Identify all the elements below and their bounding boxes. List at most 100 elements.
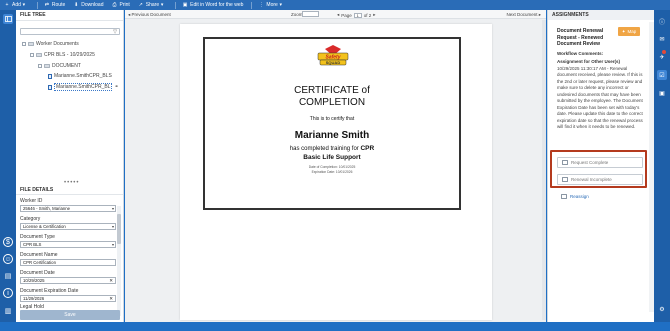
- tree-item-label: Marianne.SmithCPR_BL: [54, 83, 113, 91]
- document-type-select[interactable]: CPR BLS ▾: [20, 241, 116, 248]
- link-icon: ⚭: [114, 84, 119, 90]
- info-circle-icon[interactable]: ⓘ: [657, 16, 667, 26]
- workflow-comment: Assignment for Other User(s) 10/29/2025 …: [557, 59, 645, 131]
- left-panel: FILE TREE ▽ Worker Documents CPR BLS - 1…: [16, 10, 124, 322]
- page-label: Page: [341, 12, 352, 18]
- previous-document-label: Previous Document: [131, 12, 171, 17]
- printer-icon: ⎙: [112, 2, 117, 8]
- page-of-label: of 2: [363, 12, 372, 18]
- file-tree: Worker Documents CPR BLS - 10/29/2025 DO…: [20, 38, 120, 178]
- page-number-input[interactable]: 1: [353, 12, 362, 18]
- next-document-link[interactable]: Next Document ▸: [506, 12, 541, 18]
- share-label: Share: [145, 2, 160, 8]
- notes-icon[interactable]: ▥: [3, 306, 13, 316]
- category-value: License & Certification: [23, 224, 66, 229]
- map-icon: ✦: [621, 28, 626, 34]
- document-name-input[interactable]: CPR Certification: [20, 259, 116, 266]
- map-label: Map: [627, 29, 637, 34]
- route-label: Route: [51, 2, 66, 8]
- id-card-icon[interactable]: ▣: [657, 88, 667, 98]
- completion-date: Date of Completion: 10/01/2025: [308, 165, 356, 169]
- tree-item-file-2[interactable]: Marianne.SmithCPR_BL ⚭: [48, 83, 119, 91]
- zoom-label: Zoom: [291, 12, 303, 17]
- add-button[interactable]: + Add ▾: [4, 2, 29, 8]
- left-nav-rail: $ ☺ ▤ i ▥: [0, 10, 16, 322]
- document-page: Safety SQUAD CERTIFICATE of COMPLETION T…: [180, 24, 492, 320]
- document-date-input[interactable]: 10/29/2025 ✕: [20, 277, 116, 284]
- tree-checkbox[interactable]: [30, 53, 34, 57]
- download-button[interactable]: ⬇ Download: [73, 2, 103, 8]
- certificate-frame: Safety SQUAD CERTIFICATE of COMPLETION T…: [203, 37, 461, 210]
- tree-search-input[interactable]: ▽: [20, 28, 120, 35]
- user-icon[interactable]: ☺: [3, 254, 13, 264]
- completed-line: has completed training for CPR: [205, 145, 459, 152]
- expiration-date: Expiration Date: 10/01/2026: [311, 170, 353, 174]
- tree-checkbox[interactable]: [38, 64, 42, 68]
- tree-item-worker-documents[interactable]: Worker Documents: [22, 41, 79, 47]
- reassign-icon: [561, 194, 567, 199]
- notification-badge: [662, 50, 666, 54]
- id-card-icon[interactable]: ▤: [3, 271, 13, 281]
- settings-icon[interactable]: ⚙: [657, 304, 667, 314]
- file-tree-nav-icon[interactable]: [3, 14, 13, 24]
- folder-icon: [36, 53, 42, 57]
- tree-item-cpr-bls[interactable]: CPR BLS - 10/29/2025: [30, 52, 95, 58]
- tree-item-label: Worker Documents: [36, 41, 79, 47]
- edit-icon: ▣: [182, 2, 188, 8]
- share-icon: ↗: [138, 2, 143, 8]
- print-button[interactable]: ⎙ Print: [112, 2, 130, 8]
- zoom-select[interactable]: [302, 11, 319, 17]
- dollar-icon[interactable]: $: [3, 237, 13, 247]
- divider: [175, 1, 177, 9]
- expiration-date-input[interactable]: 11/29/2026 ✕: [20, 295, 116, 302]
- next-document-label: Next Document: [506, 12, 538, 17]
- highlight-box: [550, 150, 647, 188]
- info-icon[interactable]: i: [3, 288, 13, 298]
- print-label: Print: [119, 2, 130, 8]
- document-icon: [48, 84, 52, 90]
- chat-icon[interactable]: ✉: [657, 34, 667, 44]
- save-button[interactable]: Save: [20, 310, 120, 320]
- worker-id-select[interactable]: 25646 - Smith, Marianne ▾: [20, 205, 116, 212]
- document-date-value: 10/29/2025: [23, 278, 45, 283]
- folder-icon: [44, 64, 50, 68]
- file-tree-heading: FILE TREE: [16, 10, 123, 21]
- document-name-value: CPR Certification: [23, 260, 56, 265]
- filter-icon[interactable]: ▽: [113, 29, 117, 35]
- share-button[interactable]: ↗ Share ▾: [138, 2, 167, 8]
- certify-text: This is to certify that: [309, 116, 355, 122]
- route-button[interactable]: ⇄ Route: [44, 2, 65, 8]
- assignments-heading: ASSIGNMENTS: [548, 10, 655, 20]
- chevron-down-icon: ▾: [160, 2, 164, 8]
- chevron-down-icon: ▾: [279, 2, 283, 8]
- viewer-scrollbar[interactable]: [542, 20, 546, 320]
- previous-document-link[interactable]: ◂ Previous Document: [128, 12, 171, 18]
- course-name: CPR: [360, 145, 375, 152]
- svg-text:SQUAD: SQUAD: [326, 60, 341, 65]
- completed-text: has completed training for: [289, 146, 361, 152]
- scrollbar-thumb[interactable]: [117, 214, 121, 244]
- tree-item-document[interactable]: DOCUMENT: [38, 63, 81, 69]
- tree-item-file-1[interactable]: Marianne.SmithCPR_BLS: [48, 73, 112, 79]
- clear-icon[interactable]: ✕: [109, 296, 113, 302]
- category-select[interactable]: License & Certification ▾: [20, 223, 116, 230]
- edit-word-button[interactable]: ▣ Edit in Word for the web: [182, 2, 244, 8]
- more-icon: ⋮: [258, 2, 264, 8]
- next-page-icon[interactable]: ▸: [373, 12, 375, 18]
- clear-icon[interactable]: ✕: [109, 278, 113, 284]
- file-details-heading: FILE DETAILS: [16, 185, 123, 195]
- document-date-label: Document Date: [20, 270, 55, 276]
- prev-page-icon[interactable]: ◂: [337, 12, 339, 18]
- plus-icon: +: [5, 2, 9, 8]
- tree-checkbox[interactable]: [22, 42, 26, 46]
- right-nav-rail: ⓘ ✉ ✈ ☑ ▣ ⚙: [654, 10, 670, 322]
- route-icon: ⇄: [44, 2, 49, 8]
- map-button[interactable]: ✦ Map: [618, 27, 640, 36]
- more-button[interactable]: ⋮ More ▾: [258, 2, 285, 8]
- assignments-icon[interactable]: ☑: [657, 70, 667, 80]
- chevron-down-icon: ▾: [111, 242, 114, 247]
- comment-body: 10/29/2025 11:30:17 AM - Renewal documen…: [557, 65, 643, 130]
- details-scrollbar[interactable]: [117, 206, 121, 316]
- reassign-button[interactable]: Reassign: [557, 191, 643, 202]
- worker-id-label: Worker ID: [20, 198, 43, 204]
